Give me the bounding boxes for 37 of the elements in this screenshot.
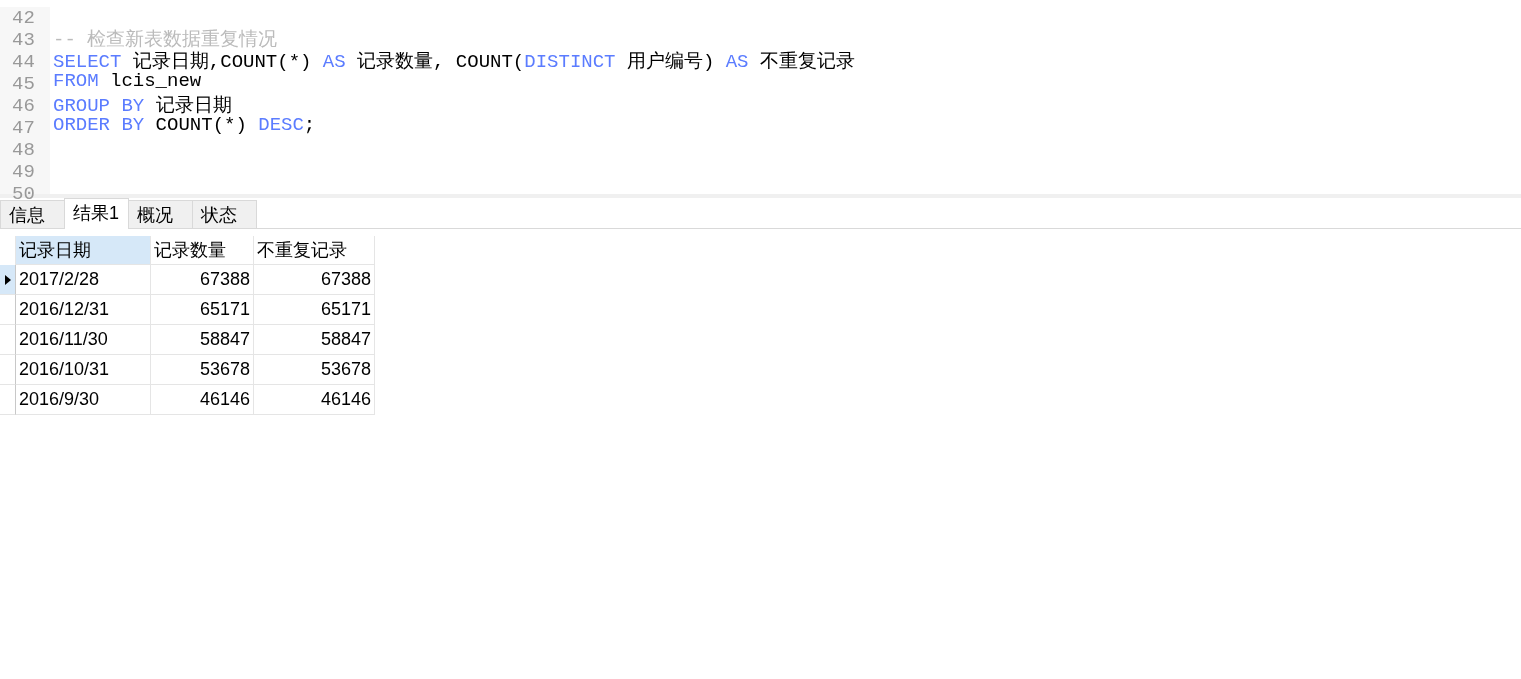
tab[interactable]: 概况 [128, 200, 193, 228]
table-cell: 2016/12/31 [16, 295, 151, 325]
code-line: SELECT 记录日期,COUNT(*) AS 记录数量, COUNT(DISTINCT 用户编号) AS 不重复记录 [53, 50, 855, 71]
table-cell: 2016/10/31 [16, 355, 151, 385]
column-header[interactable]: 记录日期 [16, 236, 151, 265]
line-number: 47 [11, 117, 36, 139]
table-cell: 58847 [151, 325, 254, 355]
tab[interactable]: 状态 [192, 200, 257, 228]
line-number: 48 [11, 139, 36, 161]
column-header[interactable]: 记录数量 [151, 236, 254, 265]
table-cell: 53678 [151, 355, 254, 385]
column-header[interactable]: 不重复记录 [254, 236, 375, 265]
table-cell: 67388 [151, 265, 254, 295]
table-cell: 46146 [151, 385, 254, 415]
code-line: ORDER BY COUNT(*) DESC; [53, 114, 316, 137]
tab[interactable]: 结果1 [64, 198, 129, 229]
table-cell: 67388 [254, 265, 375, 295]
row-pointer-icon [4, 274, 11, 285]
table-cell: 53678 [254, 355, 375, 385]
table-cell: 2016/9/30 [16, 385, 151, 415]
line-number: 49 [11, 161, 36, 183]
code-line: GROUP BY 记录日期 [53, 94, 232, 115]
code-line: FROM lcis_new [53, 70, 202, 93]
table-cell: 65171 [151, 295, 254, 325]
tab[interactable]: 信息 [0, 200, 65, 228]
line-number: 45 [11, 73, 36, 95]
line-number: 43 [11, 29, 36, 51]
table-cell: 46146 [254, 385, 375, 415]
code-line: -- 检查新表数据重复情况 [53, 28, 278, 49]
table-cell: 65171 [254, 295, 375, 325]
line-number: 46 [11, 95, 36, 117]
table-cell: 2016/11/30 [16, 325, 151, 355]
line-number: 44 [11, 51, 36, 73]
table-cell: 2017/2/28 [16, 265, 151, 295]
row-header[interactable] [0, 265, 16, 295]
line-number: 42 [11, 7, 36, 29]
table-cell: 58847 [254, 325, 375, 355]
